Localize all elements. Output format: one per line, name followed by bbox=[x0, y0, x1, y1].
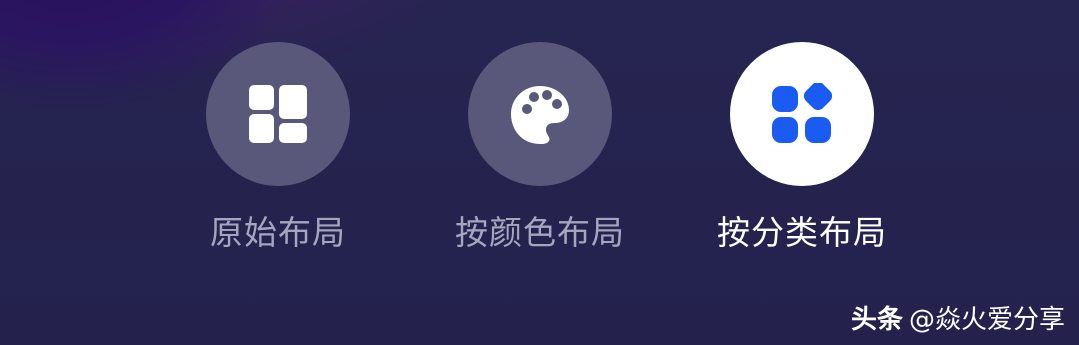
category-grid-icon bbox=[772, 83, 833, 143]
layout-option-by-category[interactable]: 按分类布局 bbox=[717, 42, 886, 255]
grid-layout-icon bbox=[249, 85, 307, 143]
layout-option-by-category-button[interactable] bbox=[730, 42, 874, 186]
layout-option-by-category-label: 按分类布局 bbox=[717, 213, 887, 252]
layout-option-by-color[interactable]: 按颜色布局 bbox=[455, 42, 624, 255]
watermark-brand: 头条 bbox=[850, 305, 903, 335]
layout-option-original-label: 原始布局 bbox=[210, 213, 346, 252]
layout-option-original[interactable]: 原始布局 bbox=[206, 42, 350, 255]
layout-option-original-button[interactable] bbox=[206, 42, 350, 186]
palette-icon bbox=[511, 86, 569, 144]
watermark-handle: @焱火爱分享 bbox=[908, 305, 1065, 335]
layout-option-by-color-button[interactable] bbox=[468, 42, 612, 186]
watermark: 头条 @焱火爱分享 bbox=[851, 303, 1065, 337]
layout-option-by-color-label: 按颜色布局 bbox=[455, 213, 625, 252]
